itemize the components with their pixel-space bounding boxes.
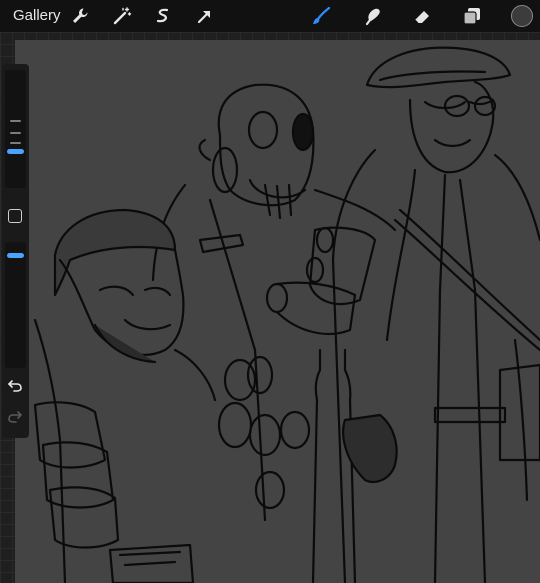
smudge-icon[interactable]	[362, 5, 384, 27]
magic-wand-icon[interactable]	[111, 5, 133, 27]
eraser-icon[interactable]	[411, 5, 433, 27]
gallery-button[interactable]: Gallery	[13, 7, 61, 24]
top-toolbar: Gallery	[0, 0, 540, 32]
opacity-slider[interactable]	[5, 242, 26, 368]
brush-size-slider[interactable]	[5, 70, 26, 188]
modify-button[interactable]	[8, 209, 22, 223]
slider-tick	[10, 132, 21, 134]
brush-size-thumb[interactable]	[7, 149, 24, 154]
slider-tick	[10, 120, 21, 122]
wrench-icon[interactable]	[69, 5, 91, 27]
undo-icon[interactable]	[7, 378, 23, 392]
selection-icon[interactable]	[152, 5, 174, 27]
opacity-thumb[interactable]	[7, 253, 24, 258]
color-picker-swatch[interactable]	[511, 5, 533, 27]
transform-arrow-icon[interactable]	[194, 5, 216, 27]
slider-tick	[10, 142, 21, 144]
layers-icon[interactable]	[461, 5, 483, 27]
drawing-canvas[interactable]	[15, 40, 540, 583]
redo-icon[interactable]	[7, 409, 23, 423]
side-slider-panel	[2, 64, 29, 438]
brush-icon[interactable]	[310, 5, 332, 27]
